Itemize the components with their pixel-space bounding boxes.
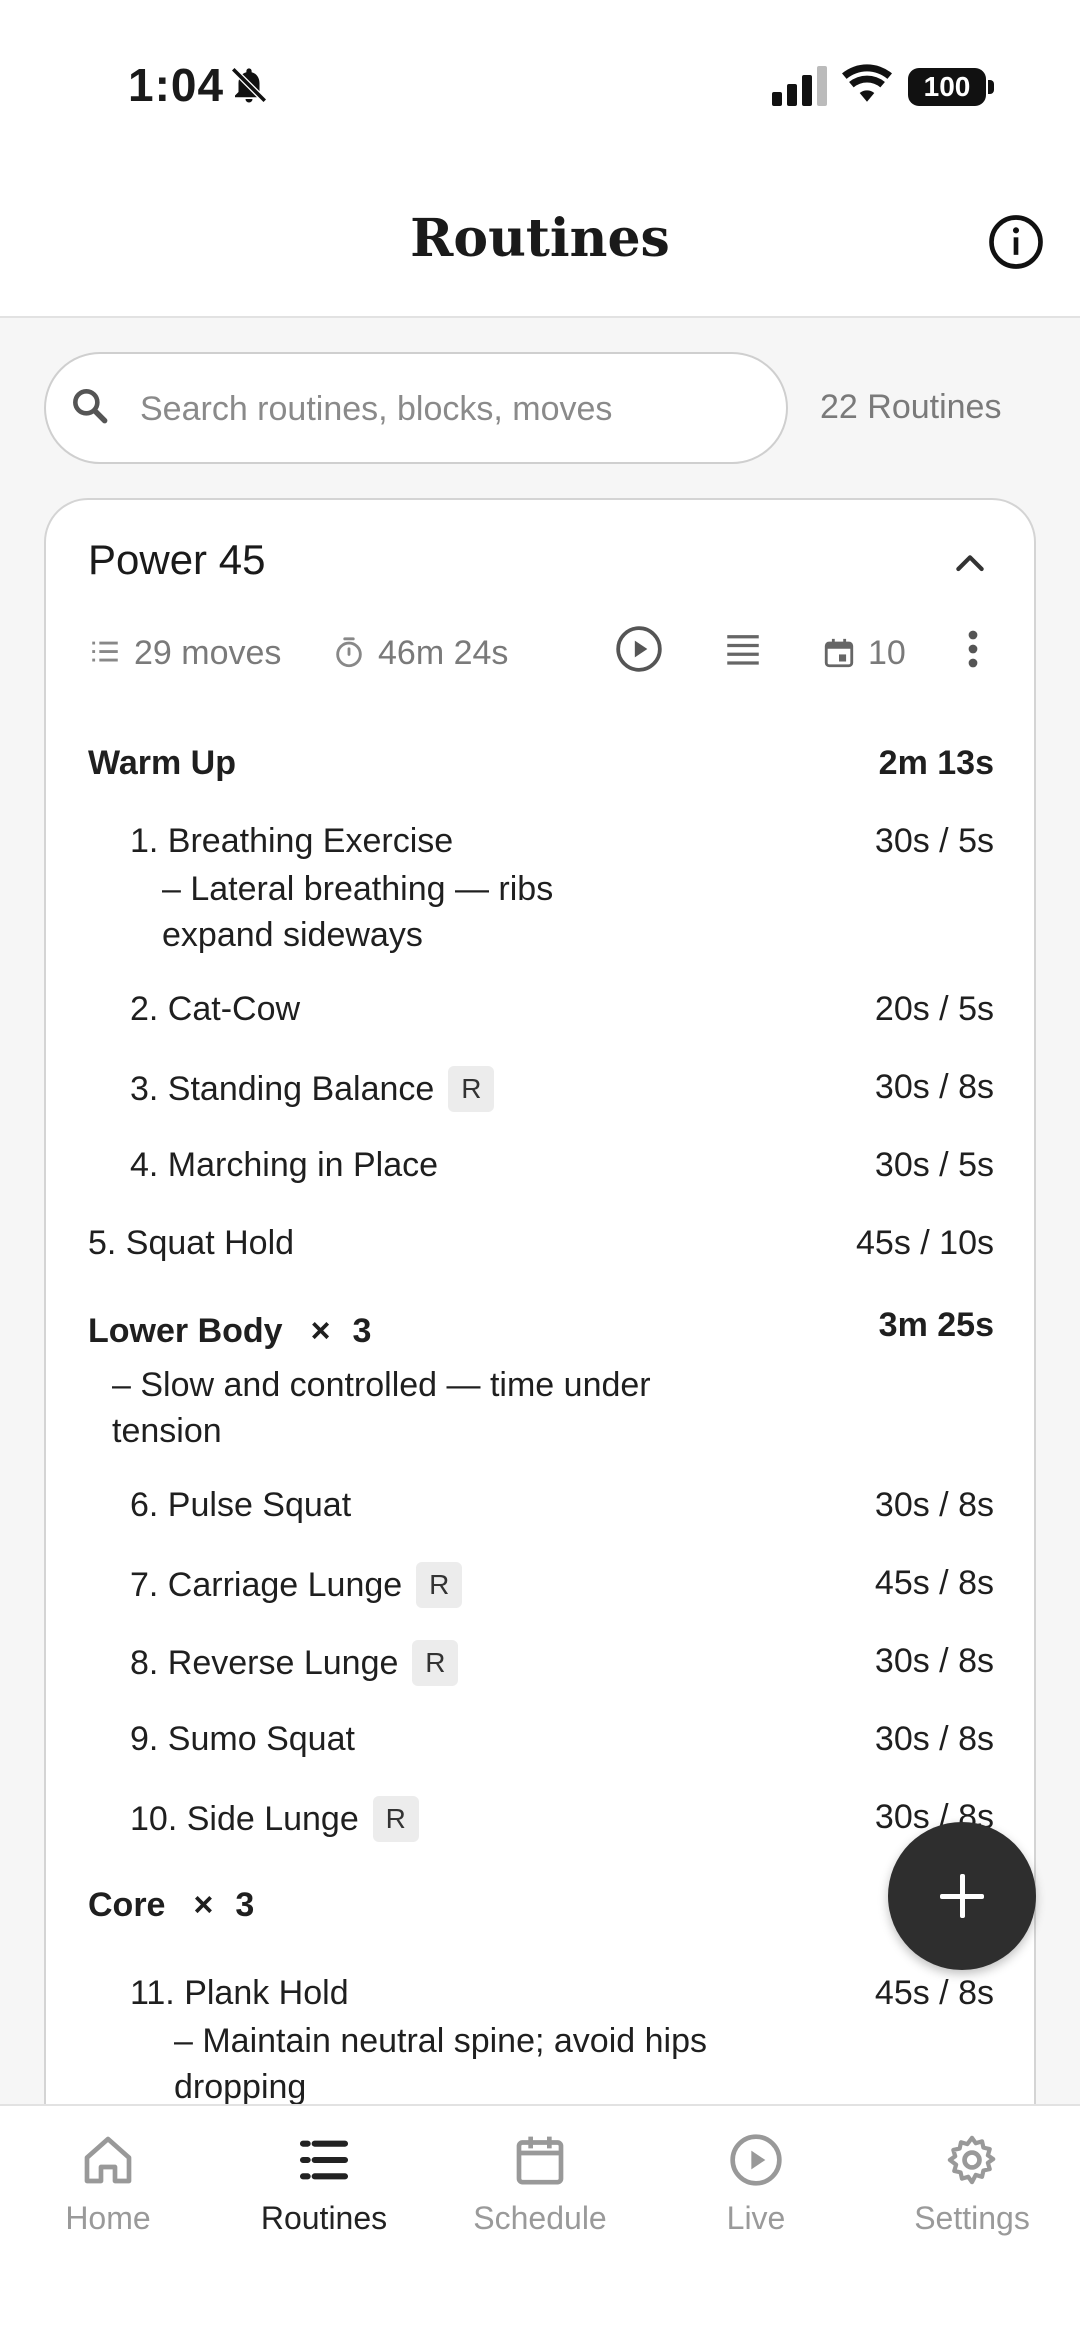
status-time: 1:04	[128, 59, 225, 111]
app-header: Routines	[0, 170, 1080, 318]
move-time: 45s / 8s	[874, 1564, 994, 1602]
routine-name: Power 45	[88, 536, 266, 583]
move-item[interactable]: 1. Breathing Exercise	[130, 822, 453, 861]
move-time: 45s / 10s	[856, 1224, 994, 1262]
block-repeat: 3	[352, 1312, 372, 1350]
block-title: Warm Up	[88, 744, 236, 782]
repeat-badge: R	[372, 1796, 419, 1842]
block-title: Lower Body × 3	[88, 1312, 371, 1351]
status-bar: 1:04 100	[0, 0, 1080, 170]
move-time: 30s / 8s	[874, 1720, 994, 1758]
move-time: 30s / 5s	[874, 822, 994, 860]
moves-count: 29 moves	[88, 628, 281, 678]
nav-settings[interactable]: Settings	[864, 2132, 1080, 2237]
add-button[interactable]	[888, 1822, 1036, 1970]
move-item[interactable]: 3. Standing Balance R	[130, 1066, 495, 1112]
schedule-count-label: 10	[868, 633, 906, 672]
move-item[interactable]: 5. Squat Hold	[88, 1224, 294, 1263]
move-time: 30s / 8s	[874, 1642, 994, 1680]
battery-indicator: 100	[908, 68, 994, 106]
block-title-label: Core	[88, 1886, 166, 1924]
repeat-badge: R	[412, 1640, 459, 1686]
gear-icon	[947, 2135, 996, 2185]
move-item[interactable]: 9. Sumo Squat	[130, 1720, 355, 1759]
move-note: – Lateral breathing — ribs expand sidewa…	[162, 870, 554, 954]
nav-live[interactable]: Live	[648, 2132, 864, 2237]
block-note: – Slow and controlled — time under tensi…	[112, 1366, 651, 1450]
routine-count: 22 Routines	[820, 388, 1002, 426]
repeat-badge: R	[448, 1066, 495, 1112]
nav-schedule[interactable]: Schedule	[432, 2132, 648, 2237]
move-label: 8. Reverse Lunge	[130, 1643, 399, 1682]
play-circle-icon	[730, 2134, 782, 2186]
wifi-icon	[842, 64, 892, 102]
more-vertical-icon[interactable]	[966, 628, 980, 670]
move-item[interactable]: 4. Marching in Place	[130, 1146, 438, 1185]
nav-label: Schedule	[473, 2200, 607, 2236]
lines-icon[interactable]	[722, 628, 764, 670]
block-duration: 2m 13s	[878, 744, 994, 782]
moves-label: 29 moves	[134, 633, 282, 672]
list-numbered-icon	[92, 641, 118, 662]
page-title: Routines	[410, 208, 670, 269]
move-item[interactable]: 2. Cat-Cow	[130, 990, 300, 1029]
calendar-icon	[824, 638, 854, 668]
move-label: 10. Side Lunge	[130, 1799, 359, 1838]
timer-icon	[336, 637, 362, 668]
move-time: 20s / 5s	[874, 990, 994, 1028]
times-icon: ×	[193, 1886, 214, 1924]
calendar-icon	[516, 2136, 564, 2185]
move-label: 7. Carriage Lunge	[130, 1565, 403, 1604]
move-time: 45s / 8s	[874, 1974, 994, 2012]
bottom-nav: Home Routines Schedule Live Settings	[0, 2104, 1080, 2348]
block-title: Core × 3	[88, 1886, 254, 1925]
bell-off-icon	[231, 67, 267, 103]
nav-label: Home	[65, 2200, 151, 2236]
move-note: – Maintain neutral spine; avoid hips dro…	[174, 2022, 707, 2106]
chevron-up-icon[interactable]	[950, 544, 990, 584]
block-repeat: 3	[235, 1886, 255, 1924]
duration-label: 46m 24s	[378, 633, 509, 672]
search-icon	[73, 389, 108, 424]
routine-duration: 46m 24s	[332, 628, 508, 678]
repeat-badge: R	[416, 1562, 463, 1608]
block-title-label: Lower Body	[88, 1312, 283, 1350]
routine-card[interactable]: Power 45 29 moves 46m 24s 10 Warm Up 2m …	[44, 498, 1036, 2118]
block-duration: 3m 25s	[878, 1306, 994, 1344]
nav-label: Routines	[260, 2200, 388, 2236]
times-icon: ×	[310, 1312, 331, 1350]
schedule-count[interactable]: 10	[822, 628, 906, 678]
move-label: 3. Standing Balance	[130, 1069, 435, 1108]
nav-home[interactable]: Home	[0, 2132, 216, 2237]
move-item[interactable]: 7. Carriage Lunge R	[130, 1562, 463, 1608]
nav-label: Settings	[914, 2200, 1030, 2236]
move-item[interactable]: 10. Side Lunge R	[130, 1796, 419, 1842]
move-item[interactable]: 6. Pulse Squat	[130, 1486, 351, 1525]
search-bar[interactable]	[44, 352, 788, 464]
move-time: 30s / 5s	[874, 1146, 994, 1184]
home-icon	[84, 2136, 132, 2184]
play-icon[interactable]	[614, 624, 664, 674]
list-icon	[299, 2140, 349, 2180]
signal-icon	[772, 66, 827, 106]
info-icon[interactable]	[988, 214, 1044, 270]
move-time: 30s / 8s	[874, 1486, 994, 1524]
move-item[interactable]: 11. Plank Hold	[130, 1974, 349, 2013]
move-time: 30s / 8s	[874, 1068, 994, 1106]
search-input[interactable]	[140, 380, 760, 438]
nav-routines[interactable]: Routines	[216, 2132, 432, 2237]
nav-label: Live	[726, 2200, 786, 2236]
move-item[interactable]: 8. Reverse Lunge R	[130, 1640, 459, 1686]
